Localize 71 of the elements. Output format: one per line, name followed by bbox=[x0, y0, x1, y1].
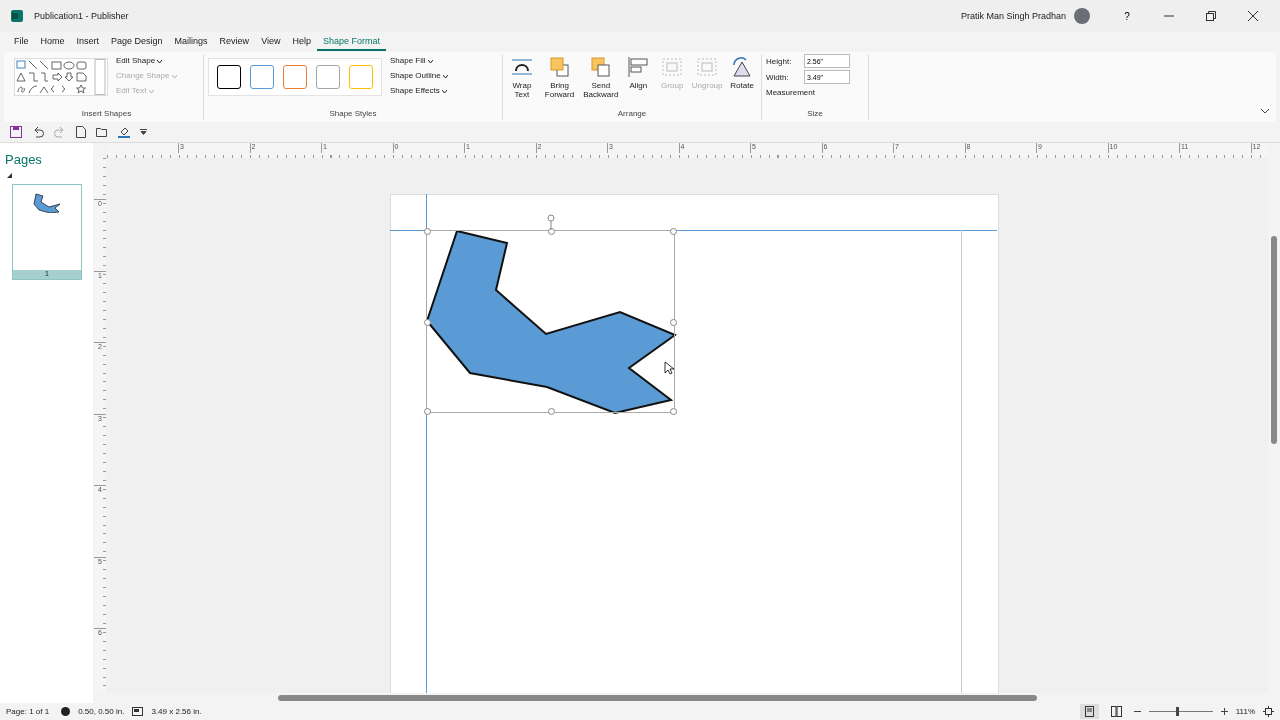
ribbon-command[interactable]: Edit Shape bbox=[116, 54, 177, 67]
height-label: Height: bbox=[766, 56, 793, 66]
width-label: Width: bbox=[766, 72, 790, 82]
wrap-text-icon bbox=[509, 56, 534, 78]
zoom-percentage[interactable]: 111% bbox=[1235, 707, 1255, 716]
ribbon-command[interactable]: Shape Outline bbox=[390, 69, 448, 82]
ribbon-tab[interactable]: Review bbox=[213, 33, 256, 51]
arrange-button[interactable]: Align bbox=[623, 54, 654, 92]
customize-toolbar-icon[interactable] bbox=[140, 129, 147, 135]
user-name[interactable]: Pratik Man Singh Pradhan bbox=[960, 11, 1066, 21]
shapes-gallery[interactable] bbox=[14, 58, 108, 96]
undo-icon[interactable] bbox=[32, 126, 44, 138]
open-folder-icon[interactable] bbox=[96, 127, 108, 137]
caret-icon bbox=[171, 75, 177, 78]
zoom-in-icon[interactable] bbox=[1220, 708, 1228, 715]
scrollbar-thumb[interactable] bbox=[1271, 236, 1277, 444]
arrange-button[interactable]: Send Backward bbox=[582, 54, 620, 101]
ribbon-tab[interactable]: Home bbox=[34, 33, 71, 51]
pages-pane-title: Pages bbox=[5, 152, 42, 167]
layered-squares-icon bbox=[547, 56, 572, 78]
restore-icon[interactable] bbox=[1206, 11, 1216, 21]
arrange-button[interactable]: Wrap Text bbox=[507, 54, 537, 101]
layered-squares-icon bbox=[588, 56, 613, 78]
group-icon bbox=[660, 56, 685, 78]
group-label: Shape Styles bbox=[328, 109, 378, 120]
page-indicator[interactable]: Page: 1 of 1 bbox=[6, 707, 50, 716]
view-button[interactable] bbox=[1079, 704, 1099, 719]
caret-icon bbox=[427, 60, 433, 63]
zoom-out-icon[interactable] bbox=[1133, 708, 1141, 715]
rotation-handle[interactable] bbox=[547, 214, 555, 230]
ribbon-tab[interactable]: View bbox=[255, 33, 287, 51]
ribbon-tab[interactable]: File bbox=[8, 33, 35, 51]
caret-icon bbox=[442, 75, 448, 78]
group-label: Insert Shapes bbox=[80, 109, 133, 120]
mouse-pointer-icon bbox=[664, 361, 674, 375]
fill-color-icon[interactable] bbox=[118, 126, 130, 138]
collapse-icon[interactable] bbox=[7, 173, 12, 178]
avatar[interactable] bbox=[1074, 8, 1090, 24]
shape-thumbnail-icon bbox=[33, 193, 61, 213]
position-readout: 0.50, 0.50 in. bbox=[78, 707, 125, 716]
group-icon bbox=[695, 56, 720, 78]
arrange-button[interactable]: Rotate bbox=[727, 54, 757, 92]
align-icon bbox=[626, 56, 651, 78]
ribbon-command[interactable]: Shape Effects bbox=[390, 84, 448, 97]
arrange-button[interactable]: Bring Forward bbox=[540, 54, 579, 101]
ribbon-tab[interactable]: Insert bbox=[70, 33, 106, 51]
group-label: Arrange bbox=[616, 109, 648, 120]
save-icon[interactable] bbox=[10, 126, 22, 138]
close-icon[interactable] bbox=[1248, 11, 1258, 21]
caret-icon bbox=[148, 90, 154, 93]
collapse-ribbon-icon[interactable] bbox=[1260, 108, 1270, 114]
new-document-icon[interactable] bbox=[76, 126, 86, 138]
object-size-icon bbox=[132, 707, 144, 716]
zoom-slider-thumb[interactable] bbox=[1175, 707, 1179, 716]
ribbon-tab[interactable]: Mailings bbox=[168, 33, 214, 51]
fit-page-icon[interactable] bbox=[1263, 706, 1274, 717]
ribbon-tab[interactable]: Help bbox=[286, 33, 317, 51]
caret-icon bbox=[441, 90, 447, 93]
ribbon-tab[interactable]: Shape Format bbox=[317, 33, 387, 51]
position-icon bbox=[61, 707, 71, 716]
caret-icon bbox=[157, 60, 163, 63]
help-button[interactable]: ? bbox=[1110, 9, 1144, 23]
ribbon-tab[interactable]: Page Design bbox=[105, 33, 169, 51]
ribbon-command[interactable]: Shape Fill bbox=[390, 54, 448, 67]
window-title: Publication1 - Publisher bbox=[34, 11, 129, 21]
size-readout: 3.49 x 2.56 in. bbox=[151, 707, 202, 716]
measurement-button[interactable]: Measurement bbox=[766, 86, 815, 99]
scrollbar-thumb[interactable] bbox=[278, 695, 1037, 701]
publisher-logo-icon bbox=[10, 9, 24, 23]
style-preset[interactable] bbox=[217, 65, 241, 89]
group-label: Size bbox=[806, 109, 824, 120]
